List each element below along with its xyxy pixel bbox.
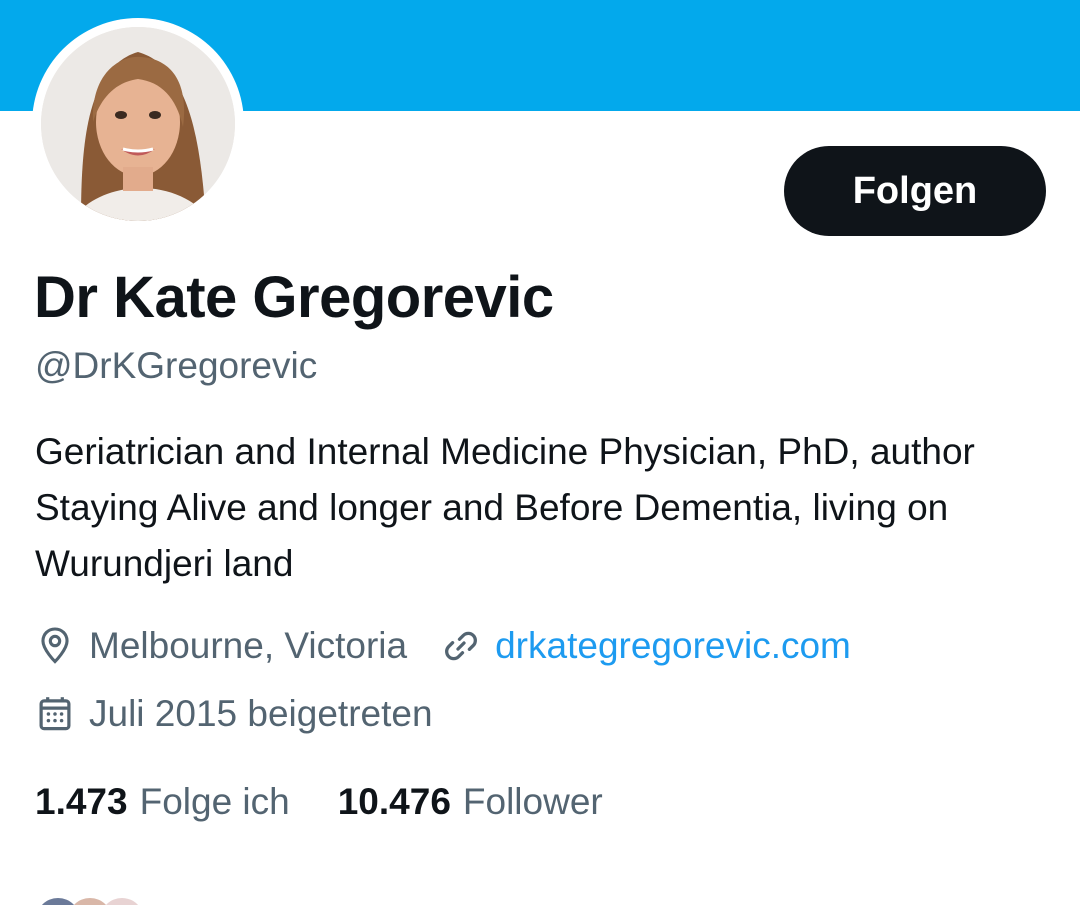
calendar-icon <box>35 692 75 736</box>
follow-button[interactable]: Folgen <box>784 146 1046 236</box>
profile-location: Melbourne, Victoria <box>89 625 408 666</box>
following-count: 1.473 <box>35 781 128 822</box>
location-pin-icon <box>35 624 75 668</box>
avatar-photo <box>41 27 235 221</box>
mini-avatar <box>100 898 144 905</box>
followers-count: 10.476 <box>337 781 451 822</box>
link-icon <box>441 624 481 668</box>
profile-stats: 1.473 Folge ich 10.476 Follower <box>35 778 603 826</box>
profile-handle: @DrKGregorevic <box>35 345 318 386</box>
profile-website-link[interactable]: drkategregorevic.com <box>495 622 851 670</box>
followed-by-preview[interactable] <box>0 890 1080 905</box>
followers-stat[interactable]: 10.476 Follower <box>338 778 603 826</box>
profile-joined-date: Juli 2015 beigetreten <box>89 693 433 734</box>
following-stat[interactable]: 1.473 Folge ich <box>35 778 290 826</box>
profile-bio: Geriatrician and Internal Medicine Physi… <box>35 431 975 584</box>
profile-meta-row: Melbourne, Victoria drkategregorevic.com <box>35 622 851 670</box>
profile-joined-row: Juli 2015 beigetreten <box>35 690 433 738</box>
avatar[interactable] <box>41 27 235 221</box>
profile-name: Dr Kate Gregorevic <box>34 265 554 330</box>
following-label: Folge ich <box>139 781 290 822</box>
followers-label: Follower <box>462 781 603 822</box>
